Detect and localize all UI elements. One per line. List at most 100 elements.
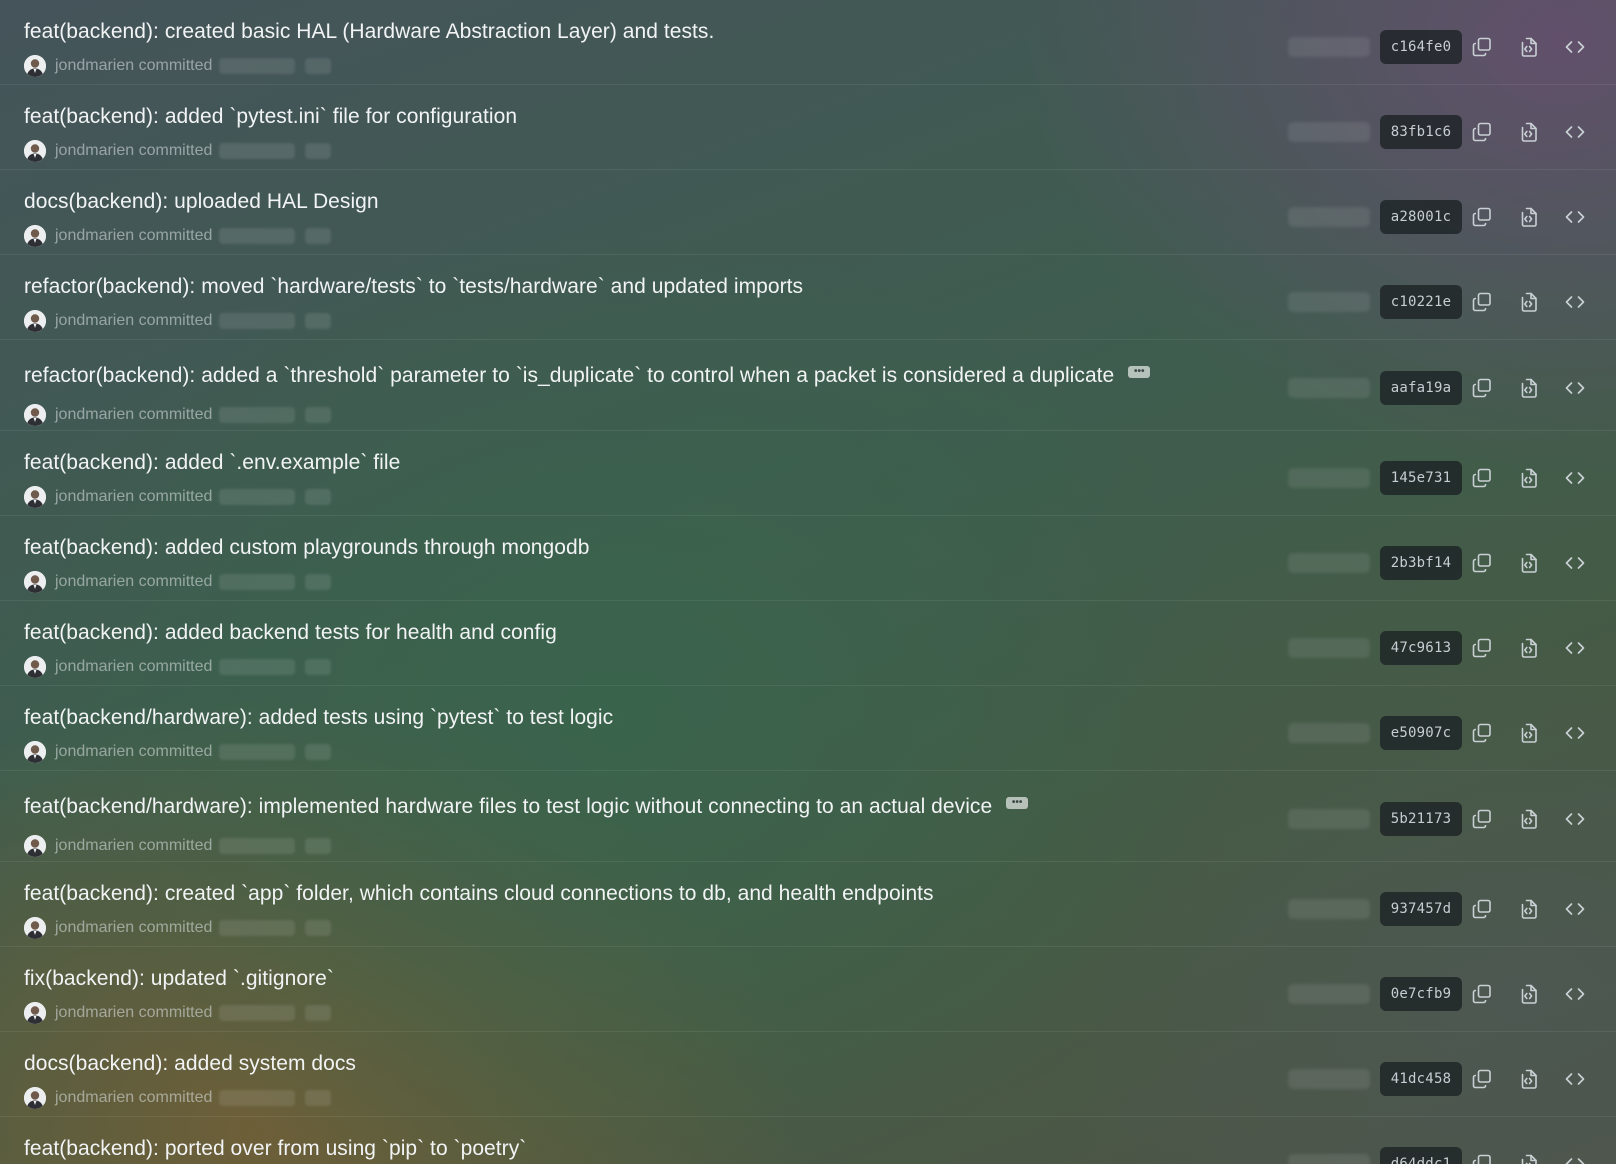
code-brackets-icon[interactable] [1563,35,1587,59]
commit-title-link[interactable]: feat(backend/hardware): implemented hard… [24,795,992,819]
code-brackets-icon[interactable] [1563,120,1587,144]
avatar[interactable] [24,486,46,508]
code-brackets-icon[interactable] [1563,982,1587,1006]
copy-icon[interactable] [1470,551,1494,575]
commit-title-link[interactable]: docs(backend): added system docs [24,1052,356,1076]
file-code-icon[interactable] [1517,636,1541,660]
code-brackets-icon[interactable] [1563,290,1587,314]
commit-row[interactable]: refactor(backend): moved `hardware/tests… [0,255,1616,340]
commit-row[interactable]: feat(backend): created basic HAL (Hardwa… [0,0,1616,85]
commit-sha-button[interactable]: c164fe0 [1380,30,1462,64]
commit-row[interactable]: feat(backend): added backend tests for h… [0,601,1616,686]
commit-sha-button[interactable]: e50907c [1380,716,1462,750]
copy-icon[interactable] [1470,205,1494,229]
copy-icon[interactable] [1470,982,1494,1006]
code-brackets-icon[interactable] [1563,807,1587,831]
commit-sha-button[interactable]: 41dc458 [1380,1062,1462,1096]
commit-row[interactable]: feat(backend/hardware): implemented hard… [0,771,1616,862]
file-code-icon[interactable] [1517,35,1541,59]
commit-sha-button[interactable]: 0e7cfb9 [1380,977,1462,1011]
file-code-icon[interactable] [1517,205,1541,229]
avatar[interactable] [24,140,46,162]
code-brackets-icon[interactable] [1563,466,1587,490]
commit-sha-button[interactable]: c10221e [1380,285,1462,319]
code-brackets-icon[interactable] [1563,1067,1587,1091]
commit-title-link[interactable]: docs(backend): uploaded HAL Design [24,190,379,214]
avatar[interactable] [24,225,46,247]
avatar[interactable] [24,404,46,426]
commit-row[interactable]: feat(backend): added `pytest.ini` file f… [0,85,1616,170]
commit-sha-button[interactable]: 83fb1c6 [1380,115,1462,149]
avatar[interactable] [24,917,46,939]
commit-row[interactable]: feat(backend): ported over from using `p… [0,1117,1616,1164]
avatar[interactable] [24,571,46,593]
file-code-icon[interactable] [1517,1067,1541,1091]
commit-title-link[interactable]: feat(backend): added backend tests for h… [24,621,557,645]
commit-sha-button[interactable]: 145e731 [1380,461,1462,495]
file-code-icon[interactable] [1517,376,1541,400]
commit-row[interactable]: fix(backend): updated `.gitignore` jondma… [0,947,1616,1032]
avatar[interactable] [24,55,46,77]
file-code-icon[interactable] [1517,1152,1541,1164]
commit-sha-button[interactable]: 937457d [1380,892,1462,926]
file-code-icon[interactable] [1517,120,1541,144]
code-brackets-icon[interactable] [1563,205,1587,229]
commit-row[interactable]: feat(backend): added custom playgrounds … [0,516,1616,601]
copy-icon[interactable] [1470,376,1494,400]
commit-title-link[interactable]: feat(backend): added custom playgrounds … [24,536,589,560]
commit-sha-button[interactable]: 2b3bf14 [1380,546,1462,580]
copy-icon[interactable] [1470,466,1494,490]
code-brackets-icon[interactable] [1563,721,1587,745]
copy-icon[interactable] [1470,636,1494,660]
copy-icon[interactable] [1470,35,1494,59]
expand-message-ellipsis-icon[interactable]: ••• [1006,797,1029,809]
commit-title-link[interactable]: feat(backend): added `.env.example` file [24,451,400,475]
avatar[interactable] [24,310,46,332]
avatar[interactable] [24,1002,46,1024]
copy-icon[interactable] [1470,290,1494,314]
file-code-icon[interactable] [1517,721,1541,745]
code-brackets-icon[interactable] [1563,897,1587,921]
commit-sha-button[interactable]: 47c9613 [1380,631,1462,665]
file-code-icon[interactable] [1517,290,1541,314]
copy-icon[interactable] [1470,1152,1494,1164]
commit-title-link[interactable]: feat(backend): created `app` folder, whi… [24,882,934,906]
commit-title-link[interactable]: fix(backend): updated `.gitignore` [24,967,334,991]
avatar[interactable] [24,656,46,678]
copy-icon[interactable] [1470,897,1494,921]
commit-title-link[interactable]: feat(backend): ported over from using `p… [24,1137,526,1161]
commit-sha-button[interactable]: aafa19a [1380,371,1462,405]
redacted-status [305,407,332,423]
file-code-icon[interactable] [1517,551,1541,575]
copy-icon[interactable] [1470,721,1494,745]
code-brackets-icon[interactable] [1563,636,1587,660]
expand-message-ellipsis-icon[interactable]: ••• [1128,366,1151,378]
commit-sha-button[interactable]: a28001c [1380,200,1462,234]
file-code-icon[interactable] [1517,807,1541,831]
file-code-icon[interactable] [1517,897,1541,921]
commit-row[interactable]: feat(backend): created `app` folder, whi… [0,862,1616,947]
commit-title-link[interactable]: feat(backend): added `pytest.ini` file f… [24,105,517,129]
copy-icon[interactable] [1470,1067,1494,1091]
commit-title-link[interactable]: feat(backend): created basic HAL (Hardwa… [24,20,714,44]
commit-sha-button[interactable]: d64ddc1 [1380,1147,1462,1164]
avatar[interactable] [24,835,46,857]
code-brackets-icon[interactable] [1563,1152,1587,1164]
commit-title-link[interactable]: feat(backend/hardware): added tests usin… [24,706,613,730]
commit-title-link[interactable]: refactor(backend): added a `threshold` p… [24,364,1114,388]
commit-row[interactable]: docs(backend): added system docs jondmari… [0,1032,1616,1117]
avatar[interactable] [24,741,46,763]
commit-row[interactable]: refactor(backend): added a `threshold` p… [0,340,1616,431]
commit-sha-button[interactable]: 5b21173 [1380,802,1462,836]
copy-icon[interactable] [1470,120,1494,144]
commit-row[interactable]: feat(backend): added `.env.example` file… [0,431,1616,516]
avatar[interactable] [24,1087,46,1109]
code-brackets-icon[interactable] [1563,551,1587,575]
commit-row[interactable]: feat(backend/hardware): added tests usin… [0,686,1616,771]
file-code-icon[interactable] [1517,466,1541,490]
commit-row[interactable]: docs(backend): uploaded HAL Design jondma… [0,170,1616,255]
code-brackets-icon[interactable] [1563,376,1587,400]
commit-title-link[interactable]: refactor(backend): moved `hardware/tests… [24,275,803,299]
copy-icon[interactable] [1470,807,1494,831]
file-code-icon[interactable] [1517,982,1541,1006]
